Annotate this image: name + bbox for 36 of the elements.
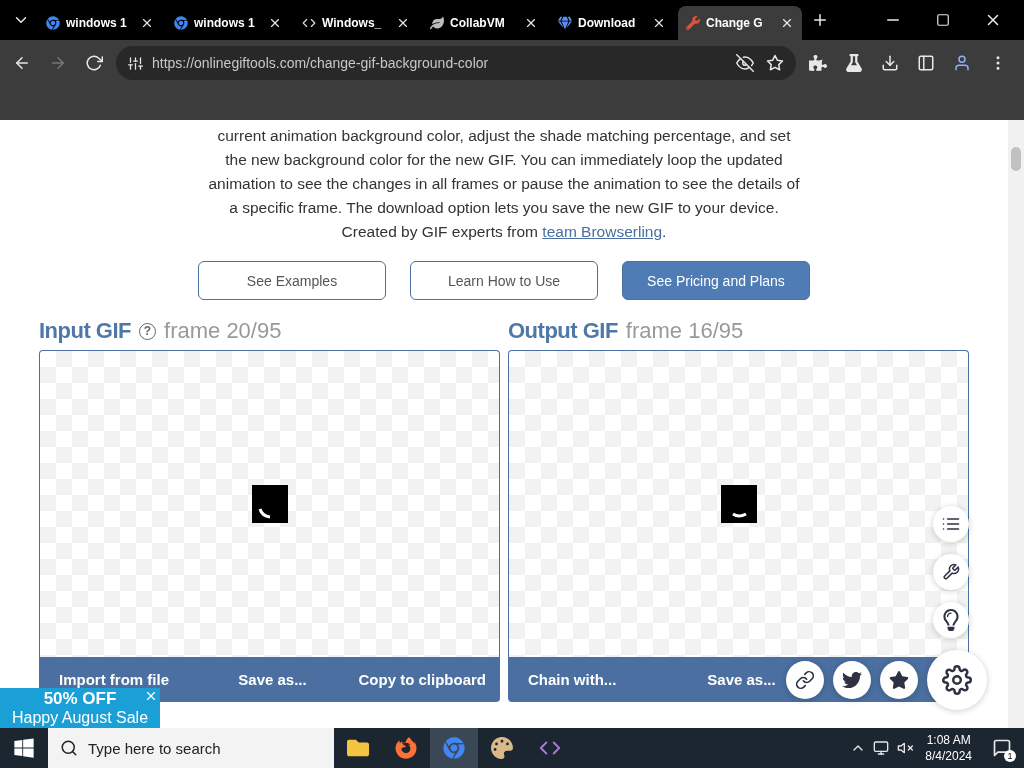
panel-action[interactable]: Chain with... <box>528 671 617 688</box>
panel-action[interactable]: Save as... <box>238 671 307 688</box>
frame-counter: frame 16/95 <box>625 318 744 344</box>
browser-tab[interactable]: Download <box>550 6 674 40</box>
scrollbar[interactable] <box>1008 120 1024 728</box>
gif-frame-drawing <box>251 485 288 523</box>
action-button[interactable]: See Examples <box>198 261 386 300</box>
gem-icon <box>558 16 572 30</box>
clock[interactable]: 1:08 AM 8/4/2024 <box>917 732 980 764</box>
address-bar[interactable]: https://onlinegiftools.com/change-gif-background-color <box>116 46 796 80</box>
action-button[interactable]: Learn How to Use <box>410 261 598 300</box>
help-button[interactable]: ? <box>139 322 157 340</box>
panel-title: Input GIF <box>39 318 132 344</box>
browser-tab[interactable]: windows 1 <box>38 6 162 40</box>
search-icon <box>60 739 78 757</box>
panel-action[interactable]: Import from file <box>59 671 169 688</box>
browser-icon <box>46 16 60 30</box>
browser-icon <box>174 16 188 30</box>
browserling-link[interactable]: team Browserling <box>542 223 663 240</box>
promo-text: Happy August Sale <box>11 708 149 727</box>
browser-tab[interactable]: CollabVM <box>422 6 546 40</box>
panel-action[interactable]: Copy to clipboard <box>358 671 486 688</box>
action-button[interactable]: See Pricing and Plans <box>622 261 810 300</box>
leaf-icon <box>430 16 444 30</box>
intro-paragraph: current animation background color, adjust the shade matching percentage, and set the new background color for the new GIF. You can immediately loop the updated animation to see the changes in all frames or pause the animation to see the details of a specific frame. The download option lets you save the new GIF to your device. Created by GIF experts from team Browserling. <box>208 126 800 242</box>
search-field[interactable]: Type here to search <box>48 728 334 768</box>
browser-tab[interactable]: Windows_ <box>294 6 418 40</box>
browser-tab[interactable]: windows 1 <box>166 6 290 40</box>
wrench-icon <box>686 16 700 30</box>
panel-title: Output GIF <box>508 318 618 344</box>
gif-frame-drawing <box>720 485 757 523</box>
browser-tab[interactable]: Change G <box>678 6 802 40</box>
panel-action[interactable]: Save as... <box>707 671 776 688</box>
promo-headline: 50% OFF <box>43 689 117 708</box>
code-icon <box>302 16 316 30</box>
frame-counter: frame 20/95 <box>164 318 282 344</box>
